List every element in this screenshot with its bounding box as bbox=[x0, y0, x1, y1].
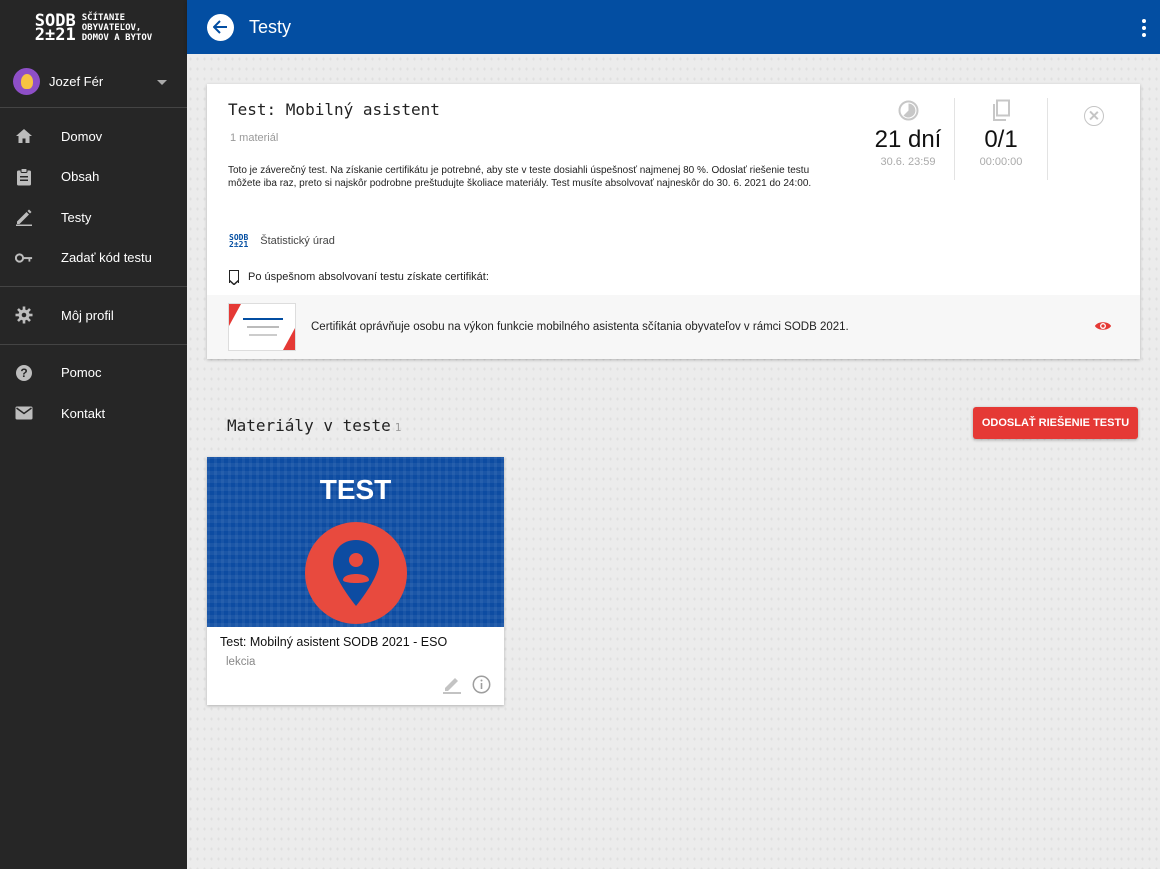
back-button[interactable] bbox=[207, 13, 234, 41]
logo-text: SČÍTANIE OBYVATEĽOV, DOMOV A BYTOV bbox=[82, 13, 152, 43]
days-left: 21 dní bbox=[874, 126, 942, 153]
sidebar-item-kontakt[interactable]: Kontakt bbox=[0, 393, 187, 434]
test-title: Test: Mobilný asistent bbox=[228, 100, 440, 119]
home-icon bbox=[15, 127, 33, 145]
more-vert-icon[interactable] bbox=[1142, 19, 1146, 37]
sidebar-item-testy[interactable]: Testy bbox=[0, 197, 187, 238]
lightbulb-icon bbox=[20, 74, 33, 89]
organization-logo: SODB 2±21 bbox=[229, 234, 249, 249]
material-count: 1 materiál bbox=[230, 132, 279, 144]
test-detail-card: Test: Mobilný asistent 1 materiál Toto j… bbox=[207, 84, 1140, 359]
materials-heading: Materiály v teste 1 bbox=[227, 416, 401, 435]
nav-group-support: ? Pomoc Kontakt bbox=[0, 345, 187, 442]
stat-attempts: 0/1 00:00:00 bbox=[955, 98, 1048, 180]
material-thumbnail: TEST bbox=[207, 457, 504, 627]
sidebar-item-obsah[interactable]: Obsah bbox=[0, 157, 187, 198]
info-icon[interactable] bbox=[472, 675, 491, 694]
main-content: Test: Mobilný asistent 1 materiál Toto j… bbox=[187, 54, 1160, 869]
submit-test-button[interactable]: ODOSLAŤ RIEŠENIE TESTU bbox=[973, 407, 1138, 439]
clipboard-icon bbox=[15, 167, 33, 186]
eye-icon[interactable] bbox=[1094, 320, 1112, 332]
sidebar-item-label: Obsah bbox=[61, 169, 100, 185]
stat-close bbox=[1048, 98, 1140, 180]
caret-down-icon bbox=[157, 80, 167, 85]
arrow-left-icon bbox=[213, 20, 227, 34]
key-icon bbox=[15, 249, 33, 267]
sidebar-item-domov[interactable]: Domov bbox=[0, 116, 187, 157]
mail-icon bbox=[15, 404, 33, 422]
test-stats: 21 dní 30.6. 23:59 0/1 00:00:00 bbox=[862, 98, 1140, 180]
edit-icon[interactable] bbox=[442, 674, 462, 694]
sidebar-item-pomoc[interactable]: ? Pomoc bbox=[0, 353, 187, 394]
materials-heading-text: Materiály v teste bbox=[227, 416, 391, 435]
pencil-icon bbox=[15, 208, 33, 227]
logo-text-line-2: OBYVATEĽOV, bbox=[81, 23, 142, 33]
user-name: Jozef Fér bbox=[49, 74, 104, 89]
material-title: Test: Mobilný asistent SODB 2021 - ESO bbox=[220, 635, 448, 649]
logo-mark: SODB 2±21 bbox=[34, 13, 76, 45]
test-description: Toto je záverečný test. Na získanie cert… bbox=[228, 165, 812, 189]
certificate-label-text: Po úspešnom absolvovaní testu získate ce… bbox=[248, 270, 489, 283]
top-app-bar: Testy bbox=[187, 0, 1160, 54]
app-logo[interactable]: SODB 2±21 SČÍTANIE OBYVATEĽOV, DOMOV A B… bbox=[0, 0, 187, 56]
certificate-label: Po úspešnom absolvovaní testu získate ce… bbox=[228, 270, 489, 285]
org-logo-bottom: 2±21 bbox=[229, 240, 249, 249]
sidebar: SODB 2±21 SČÍTANIE OBYVATEĽOV, DOMOV A B… bbox=[0, 0, 187, 869]
sidebar-item-label: Domov bbox=[61, 128, 103, 144]
certificate-description: Certifikát oprávňuje osobu na výkon funk… bbox=[311, 321, 849, 333]
material-thumbnail-label: TEST bbox=[319, 474, 392, 505]
stat-time-left: 21 dní 30.6. 23:59 bbox=[862, 98, 955, 180]
attempts: 0/1 bbox=[984, 126, 1018, 153]
sidebar-item-label: Kontakt bbox=[61, 405, 106, 421]
location-pin-icon bbox=[305, 522, 407, 624]
materials-count: 1 bbox=[394, 421, 402, 434]
organization-name: Štatistický úrad bbox=[260, 235, 335, 247]
nav-group-profile: Môj profil bbox=[0, 287, 187, 345]
sidebar-item-label: Pomoc bbox=[61, 365, 102, 381]
help-icon: ? bbox=[15, 364, 33, 382]
timer-icon bbox=[898, 98, 919, 122]
gear-icon bbox=[15, 306, 33, 324]
bookmark-icon bbox=[228, 270, 239, 285]
material-actions bbox=[442, 674, 491, 694]
elapsed-time: 00:00:00 bbox=[979, 156, 1023, 168]
close-circle-icon[interactable] bbox=[1084, 106, 1104, 126]
svg-text:?: ? bbox=[20, 366, 27, 380]
deadline: 30.6. 23:59 bbox=[880, 156, 936, 168]
material-card[interactable]: TEST Test: Mobilný asistent SODB 2021 - … bbox=[207, 457, 504, 705]
nav-group-main: Domov Obsah Testy Zadať kód testu bbox=[0, 108, 187, 287]
organization: SODB 2±21 Štatistický úrad bbox=[229, 234, 335, 249]
sidebar-item-zadat-kod-testu[interactable]: Zadať kód testu bbox=[0, 238, 187, 279]
certificate-row: Certifikát oprávňuje osobu na výkon funk… bbox=[207, 295, 1140, 359]
page-title: Testy bbox=[249, 16, 292, 37]
logo-text-line-1: SČÍTANIE bbox=[81, 13, 126, 23]
material-type: lekcia bbox=[226, 656, 256, 668]
user-menu[interactable]: Jozef Fér bbox=[0, 56, 187, 108]
sidebar-item-label: Testy bbox=[61, 209, 92, 225]
logo-mark-bottom: 2±21 bbox=[34, 25, 76, 45]
sidebar-item-label: Môj profil bbox=[61, 307, 114, 323]
avatar bbox=[13, 68, 40, 95]
logo-text-line-3: DOMOV A BYTOV bbox=[81, 33, 153, 43]
sidebar-item-moj-profil[interactable]: Môj profil bbox=[0, 295, 187, 336]
sidebar-item-label: Zadať kód testu bbox=[61, 250, 152, 266]
certificate-thumbnail[interactable] bbox=[228, 303, 296, 351]
copy-icon bbox=[991, 98, 1011, 122]
